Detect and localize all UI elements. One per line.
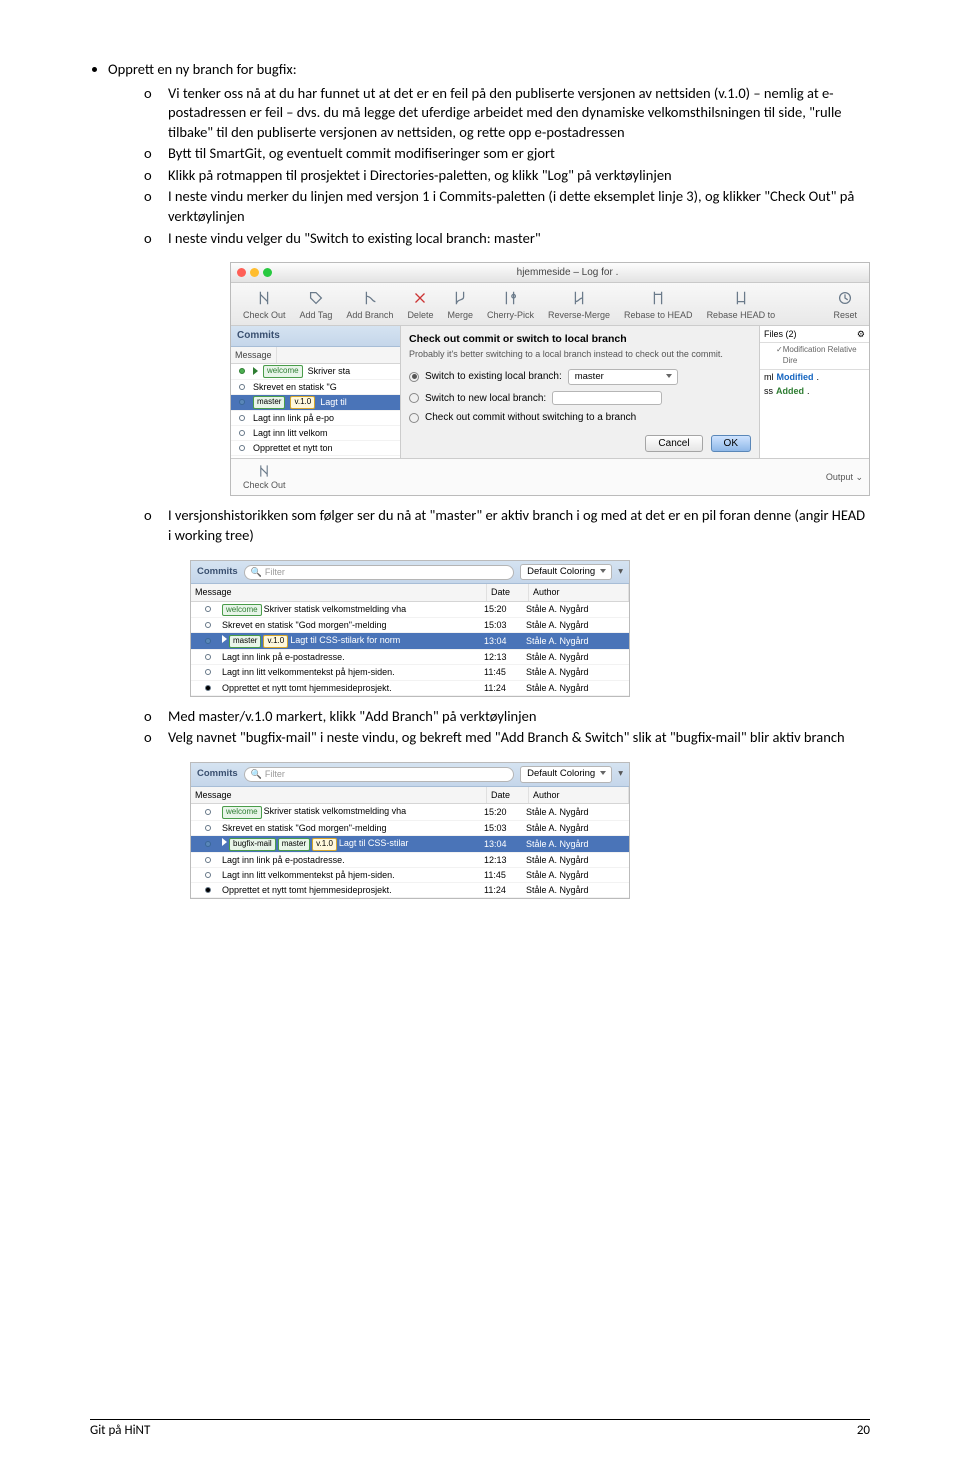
dialog-title: Check out commit or switch to local bran… [409, 332, 751, 346]
sub1-1: Bytt til SmartGit, og eventuelt commit m… [168, 144, 555, 162]
screenshot-commits-bugfix: Commits 🔍Filter Default Coloring ▾ Messa… [190, 762, 630, 899]
sub-list-1: oVi tenker oss nå at du har funnet ut at… [108, 84, 870, 249]
sub1-4: I neste vindu velger du "Switch to exist… [168, 229, 541, 247]
sub1-3: I neste vindu merker du linjen med versj… [168, 187, 854, 225]
radio-existing-branch[interactable] [409, 372, 419, 382]
coloring-select[interactable]: Default Coloring [520, 564, 612, 581]
heading-item: Opprett en ny branch for bugfix: oVi ten… [108, 60, 870, 248]
window-title: hjemmeside – Log for . [272, 266, 863, 280]
tb-cherry-pick[interactable]: Cherry-Pick [481, 287, 540, 323]
files-gear-icon[interactable]: ⚙ [857, 328, 865, 340]
traffic-lights [237, 268, 272, 277]
sub3-1: Velg navnet "bugfix-mail" i neste vindu,… [168, 728, 845, 746]
search-icon: 🔍 [251, 768, 262, 780]
dialog-body: Probably it's better switching to a loca… [409, 348, 751, 360]
coloring-select-2[interactable]: Default Coloring [520, 766, 612, 783]
head-arrow-icon [253, 367, 258, 375]
footer-left: Git på HiNT [90, 1422, 150, 1440]
radio-new-branch[interactable] [409, 393, 419, 403]
head-arrow-icon [222, 838, 227, 846]
sub-list-3: oMed master/v.1.0 markert, klikk "Add Br… [108, 707, 870, 748]
commits-header: Commits [231, 326, 400, 347]
sub1-2: Klikk på rotmappen til prosjektet i Dire… [168, 166, 672, 184]
main-toolbar: Check Out Add Tag Add Branch Delete Merg… [231, 283, 869, 326]
main-list: Opprett en ny branch for bugfix: oVi ten… [90, 60, 870, 248]
sub1-0: Vi tenker oss nå at du har funnet ut at … [168, 84, 842, 141]
tb-check-out[interactable]: Check Out [237, 287, 292, 323]
sub3-0: Med master/v.1.0 markert, klikk "Add Bra… [168, 707, 536, 725]
tb-merge[interactable]: Merge [441, 287, 479, 323]
files-pane: Files (2)⚙ ✓Modification Relative Dire m… [759, 326, 869, 458]
tb-add-branch[interactable]: Add Branch [340, 287, 399, 323]
heading-text: Opprett en ny branch for bugfix: [108, 60, 297, 78]
tb-delete[interactable]: Delete [401, 287, 439, 323]
opt-new-label: Switch to new local branch: [425, 392, 546, 406]
footer-checkout-button[interactable]: Check Out [237, 461, 292, 493]
ok-button[interactable]: OK [711, 435, 751, 453]
commits-pane: Commits Message welcomeSkriver sta Skrev… [231, 326, 401, 458]
head-arrow-icon [222, 635, 227, 643]
new-branch-input[interactable] [552, 391, 662, 405]
footer-page-number: 20 [857, 1422, 870, 1440]
tb-reset[interactable]: Reset [827, 287, 863, 323]
branch-select[interactable]: master [568, 369, 678, 386]
tb-add-tag[interactable]: Add Tag [294, 287, 339, 323]
opt-existing-label: Switch to existing local branch: [425, 370, 562, 384]
tb-reverse-merge[interactable]: Reverse-Merge [542, 287, 616, 323]
checkout-dialog: Check out commit or switch to local bran… [401, 326, 759, 458]
filter-input[interactable]: 🔍Filter [244, 565, 514, 580]
screenshot-checkout-dialog: hjemmeside – Log for . Check Out Add Tag… [230, 262, 870, 496]
page-footer: Git på HiNT 20 [90, 1419, 870, 1440]
search-icon: 🔍 [251, 566, 262, 578]
files-header: Files (2) [764, 328, 797, 340]
sub-list-2: oI versjonshistorikken som følger ser du… [108, 506, 870, 545]
sub2-0: I versjonshistorikken som følger ser du … [168, 506, 865, 544]
tb-rebase-head-to[interactable]: Rebase HEAD to [701, 287, 782, 323]
opt-noswitch-label: Check out commit without switching to a … [425, 411, 636, 425]
filter-input-2[interactable]: 🔍Filter [244, 767, 514, 782]
selected-commit-row[interactable]: masterv.1.0Lagt til CSS-stilark for norm… [191, 633, 629, 650]
cancel-button[interactable]: Cancel [645, 435, 702, 453]
tb-rebase-to-head[interactable]: Rebase to HEAD [618, 287, 699, 323]
selected-commit-row-2[interactable]: bugfix-mailmasterv.1.0Lagt til CSS-stila… [191, 836, 629, 853]
screenshot-commits-master: Commits 🔍Filter Default Coloring ▾ Messa… [190, 560, 630, 697]
radio-no-switch[interactable] [409, 413, 419, 423]
col-message: Message [231, 347, 277, 363]
window-titlebar: hjemmeside – Log for . [231, 263, 869, 283]
output-label: Output [826, 471, 853, 483]
commits-header-2: Commits [197, 566, 238, 579]
